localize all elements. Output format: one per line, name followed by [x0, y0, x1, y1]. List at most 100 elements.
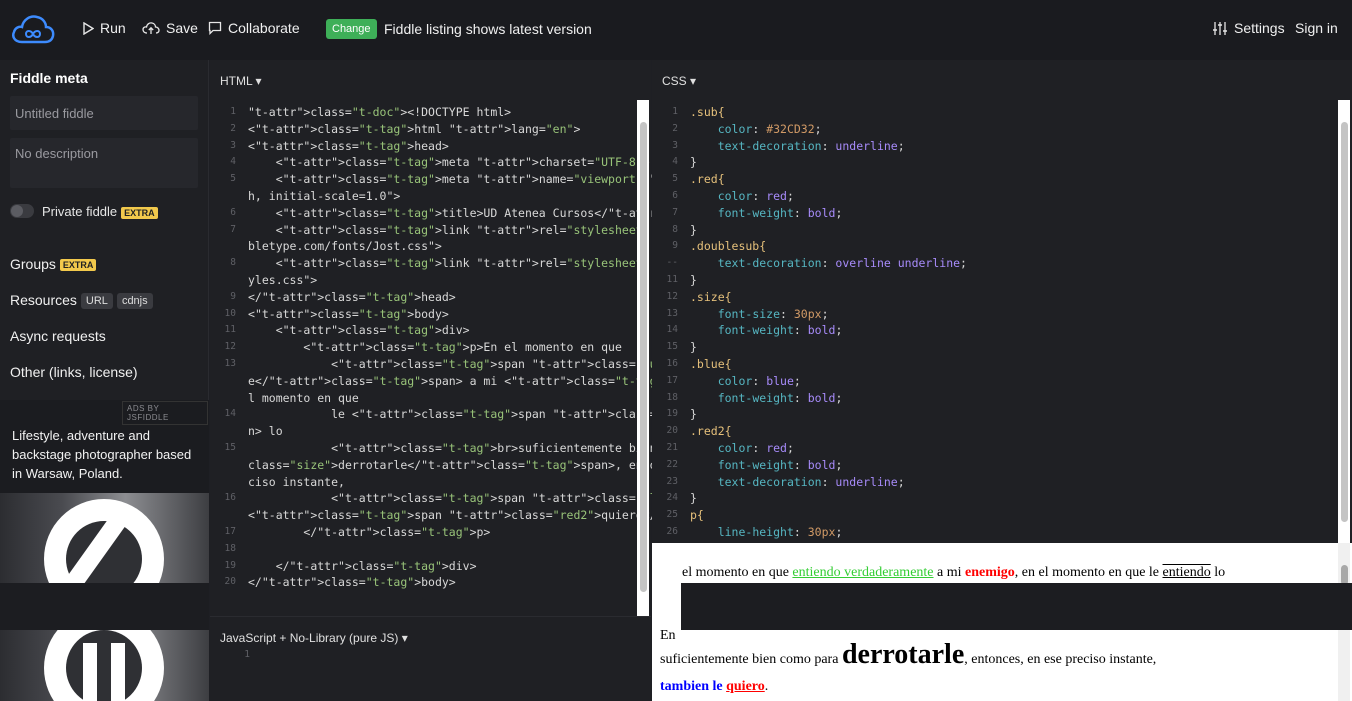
line-number: 21 — [666, 441, 678, 453]
jsfiddle-logo-icon[interactable] — [10, 12, 56, 48]
sidebar-item-resources[interactable]: Resources URL cdnjs — [10, 292, 153, 310]
code-line[interactable]: } — [690, 222, 967, 239]
html-scrollbar-thumb[interactable] — [640, 122, 647, 592]
private-fiddle-toggle[interactable] — [10, 204, 34, 218]
result-overlay-band — [681, 583, 1352, 630]
line-number: 9 — [230, 290, 236, 302]
line-number: 24 — [666, 492, 678, 504]
line-number: 3 — [672, 139, 678, 151]
result-line-1: el momento en que entiendo verdaderament… — [682, 565, 1225, 581]
settings-button[interactable]: Settings — [1212, 20, 1285, 36]
line-number — [216, 507, 236, 524]
sidebar-item-groups[interactable]: Groups EXTRA — [10, 256, 97, 272]
html-panel-label[interactable]: HTML ▾ — [220, 74, 262, 88]
js-editor-panel[interactable]: JavaScript + No-Library (pure JS) ▾ 1 — [210, 616, 651, 701]
resources-url-pill[interactable]: URL — [80, 293, 113, 310]
fiddle-description-input[interactable]: No description — [10, 138, 198, 188]
css-scrollbar[interactable] — [1338, 100, 1350, 544]
code-line[interactable]: font-weight: bold; — [690, 205, 967, 222]
result-scrollbar-thumb[interactable] — [1341, 565, 1348, 585]
code-line[interactable]: font-weight: bold; — [690, 390, 967, 407]
line-number: 14 — [666, 324, 678, 336]
code-line[interactable]: color: red; — [690, 440, 967, 457]
line-number: 26 — [666, 525, 678, 537]
line-number: 25 — [666, 509, 678, 521]
html-editor-panel[interactable]: HTML ▾ 12345 67 8 9 10 11 12 13 14 15 16 17 1… — [210, 60, 1148, 616]
ad-overlay-band — [0, 583, 209, 630]
save-button[interactable]: Save — [142, 20, 198, 36]
line-number: 17 — [666, 374, 678, 386]
code-line[interactable]: text-decoration: overline underline; — [690, 255, 967, 272]
line-number: 9 — [672, 240, 678, 252]
code-line[interactable]: text-decoration: underline; — [690, 474, 967, 491]
line-number: 13 — [666, 307, 678, 319]
js-line-number: 1 — [244, 649, 250, 660]
line-number — [216, 457, 236, 474]
line-number: 14 — [224, 408, 236, 420]
line-number: 10 — [224, 307, 236, 319]
css-panel-label[interactable]: CSS ▾ — [662, 74, 696, 88]
css-scrollbar-thumb[interactable] — [1341, 122, 1348, 522]
sidebar-item-async-requests[interactable]: Async requests — [10, 328, 106, 344]
css-editor-panel[interactable]: CSS ▾ 1 2 3 4 5 6 7 8 9 -- 11 12 13 14 15 16 17 18 19 20 21 2… — [652, 60, 1352, 544]
line-number: 4 — [230, 156, 236, 168]
code-line[interactable]: } — [690, 490, 967, 507]
result-doublesub-span: entiendo — [1162, 565, 1211, 580]
line-number — [216, 188, 236, 205]
code-line[interactable]: line-height: 30px; — [690, 524, 967, 541]
js-panel-label[interactable]: JavaScript + No-Library (pure JS) ▾ — [220, 631, 408, 645]
change-badge[interactable]: Change — [326, 19, 377, 39]
ad-text[interactable]: Lifestyle, adventure and backstage photo… — [12, 426, 202, 483]
private-fiddle-label: Private fiddle EXTRA — [42, 204, 158, 219]
top-bar: Run Save Collaborate Change Fiddle listi… — [0, 0, 1352, 60]
run-button[interactable]: Run — [82, 20, 126, 36]
line-number: 5 — [672, 173, 678, 185]
private-fiddle-text: Private fiddle — [42, 204, 118, 219]
code-line[interactable]: .doublesub{ — [690, 238, 967, 255]
result-sub-span: entiendo verdaderamente — [792, 565, 934, 580]
result-text: el momento en que — [682, 565, 793, 580]
code-line[interactable]: p{ — [690, 507, 967, 524]
line-number: 15 — [224, 441, 236, 453]
css-line-numbers: 1 2 3 4 5 6 7 8 9 -- 11 12 13 14 15 16 17 18 19 20 21 22 23 24 2… — [658, 104, 678, 541]
line-number: 6 — [672, 189, 678, 201]
code-line[interactable]: .size{ — [690, 289, 967, 306]
fiddle-title-input[interactable]: Untitled fiddle — [10, 96, 198, 130]
sign-in-button[interactable]: Sign in — [1295, 20, 1338, 36]
code-line[interactable]: color: #32CD32; — [690, 121, 967, 138]
code-line[interactable]: font-weight: bold; — [690, 322, 967, 339]
html-scrollbar[interactable] — [637, 100, 649, 616]
code-line[interactable]: color: red; — [690, 188, 967, 205]
line-number: -- — [666, 257, 678, 269]
code-line[interactable]: color: blue; — [690, 373, 967, 390]
code-line[interactable]: } — [690, 272, 967, 289]
line-number — [216, 272, 236, 289]
collaborate-button[interactable]: Collaborate — [208, 20, 300, 36]
css-code[interactable]: .sub{ color: #32CD32; text-decoration: u… — [690, 104, 967, 541]
code-line[interactable]: .red{ — [690, 171, 967, 188]
line-number: 12 — [224, 341, 236, 353]
code-line[interactable]: font-weight: bold; — [690, 457, 967, 474]
extra-badge: EXTRA — [121, 206, 158, 219]
code-line[interactable]: .red2{ — [690, 423, 967, 440]
line-number: 3 — [230, 139, 236, 151]
line-number: 23 — [666, 475, 678, 487]
line-number: 5 — [230, 173, 236, 185]
code-line[interactable]: } — [690, 339, 967, 356]
code-line[interactable]: text-decoration: underline; — [690, 138, 967, 155]
code-line[interactable]: .sub{ — [690, 104, 967, 121]
code-line[interactable]: .blue{ — [690, 356, 967, 373]
save-label: Save — [166, 20, 198, 36]
chat-bubble-icon — [208, 21, 222, 35]
resources-cdnjs-pill[interactable]: cdnjs — [116, 293, 153, 310]
code-line[interactable]: font-size: 30px; — [690, 306, 967, 323]
code-line[interactable]: } — [690, 154, 967, 171]
line-number: 7 — [672, 206, 678, 218]
line-number: 22 — [666, 458, 678, 470]
line-number: 20 — [224, 576, 236, 588]
sidebar-item-other[interactable]: Other (links, license) — [10, 364, 138, 380]
code-line[interactable]: } — [690, 406, 967, 423]
line-number — [216, 423, 236, 440]
settings-label: Settings — [1234, 20, 1285, 36]
line-number: 11 — [224, 324, 236, 336]
